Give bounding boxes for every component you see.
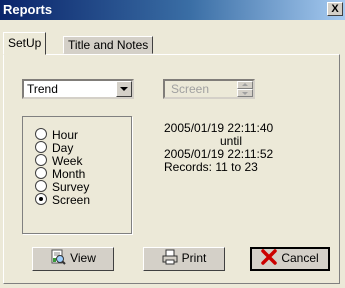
screen-number-field: Screen	[163, 79, 255, 99]
spin-up-icon	[237, 81, 253, 89]
period-group: Hour Day Week Month Survey Screen	[22, 116, 132, 234]
radio-label: Screen	[52, 193, 91, 207]
cancel-x-icon	[261, 249, 278, 270]
title-bar: Reports X	[0, 0, 345, 20]
start-timestamp: 2005/01/19 22:11:40	[164, 121, 274, 135]
view-report-icon	[50, 249, 66, 271]
radio-label: Hour	[52, 128, 79, 142]
cancel-button[interactable]: Cancel	[250, 247, 330, 271]
printer-icon	[162, 249, 178, 271]
report-range-info: 2005/01/19 22:11:40 until 2005/01/19 22:…	[164, 122, 273, 174]
radio-button-checked-icon[interactable]	[35, 193, 47, 205]
tab-title-and-notes[interactable]: Title and Notes	[63, 36, 154, 54]
records-range: Records: 11 to 23	[164, 160, 258, 174]
spin-down-icon	[237, 89, 253, 97]
radio-button-icon[interactable]	[35, 128, 47, 140]
radio-button-icon[interactable]	[35, 180, 47, 192]
close-button[interactable]: X	[327, 2, 343, 16]
radio-label: Week	[52, 154, 83, 168]
chevron-down-icon[interactable]	[116, 81, 132, 97]
print-button[interactable]: Print	[143, 247, 225, 271]
radio-week[interactable]: Week	[35, 154, 83, 168]
radio-button-icon[interactable]	[35, 167, 47, 179]
view-button-label: View	[70, 251, 96, 265]
tab-setup[interactable]: SetUp	[3, 32, 47, 55]
radio-label: Month	[52, 167, 86, 181]
radio-label: Survey	[52, 180, 90, 194]
screen-number-value: Screen	[171, 82, 210, 96]
radio-button-icon[interactable]	[35, 141, 47, 153]
radio-month[interactable]: Month	[35, 167, 86, 181]
report-type-value: Trend	[27, 82, 58, 96]
cancel-button-label: Cancel	[281, 251, 319, 265]
radio-screen[interactable]: Screen	[35, 193, 91, 207]
view-button[interactable]: View	[32, 247, 114, 271]
radio-button-icon[interactable]	[35, 154, 47, 166]
radio-day[interactable]: Day	[35, 141, 74, 155]
print-button-label: Print	[181, 251, 207, 265]
window-title: Reports	[3, 2, 53, 17]
screen-spinner	[237, 81, 253, 97]
radio-survey[interactable]: Survey	[35, 180, 90, 194]
radio-hour[interactable]: Hour	[35, 128, 79, 142]
report-type-dropdown[interactable]: Trend	[22, 79, 134, 99]
radio-label: Day	[52, 141, 74, 155]
